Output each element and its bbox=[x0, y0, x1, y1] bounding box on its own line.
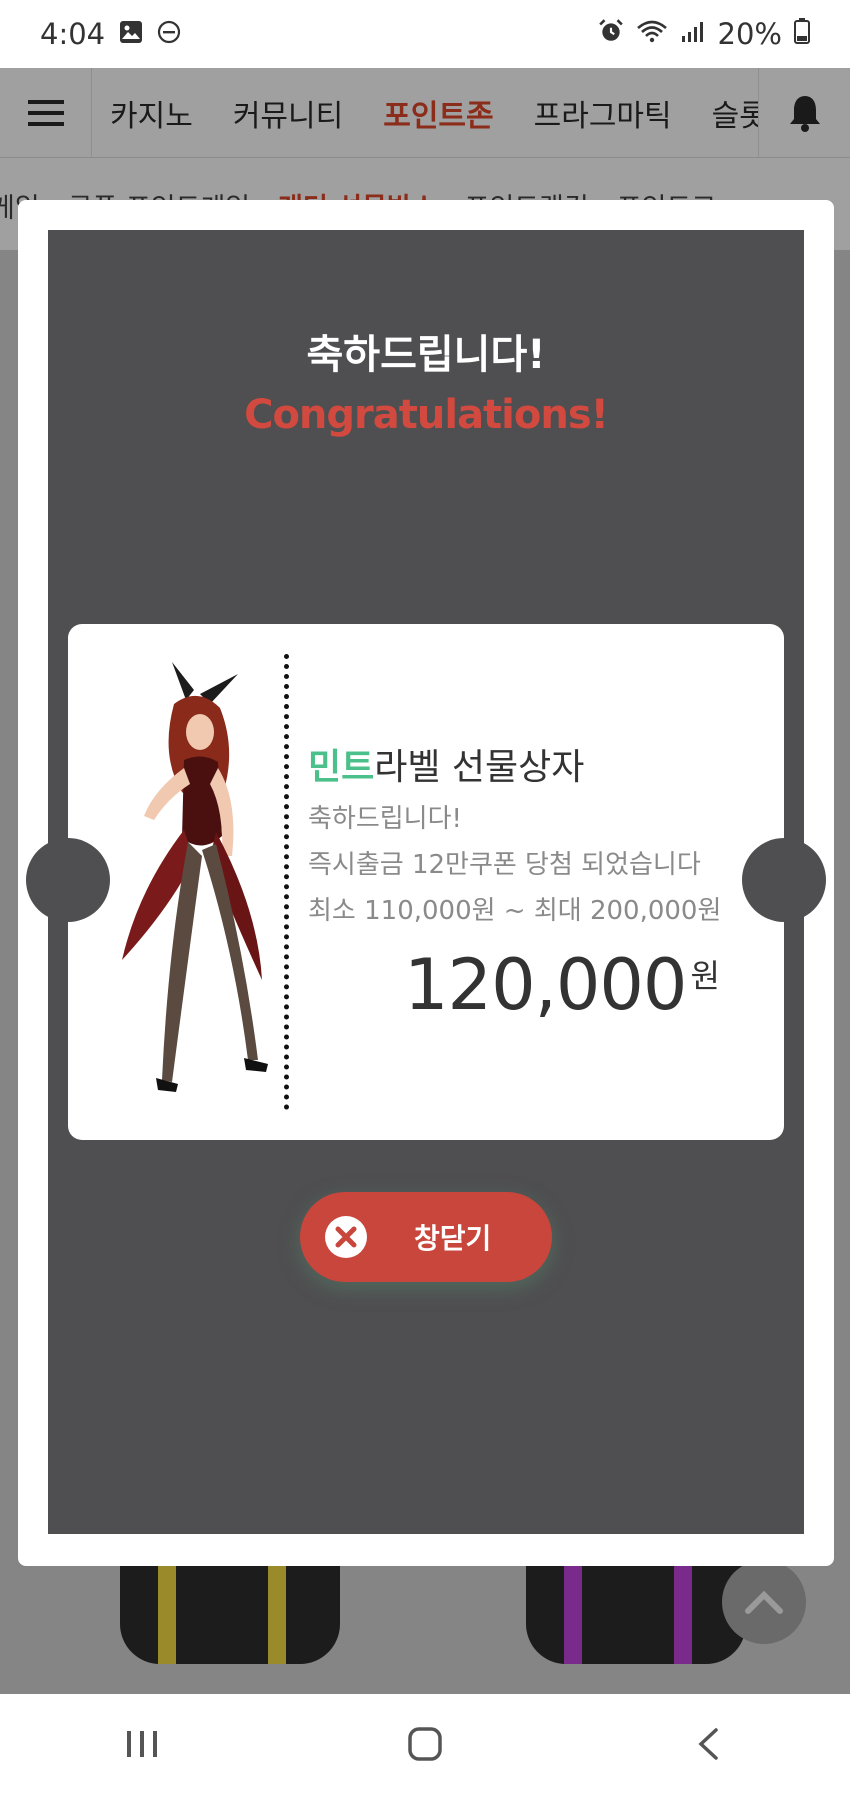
chevron-up-icon bbox=[745, 1590, 783, 1614]
close-icon bbox=[325, 1216, 367, 1258]
ticket-message-1: 축하드립니다! bbox=[308, 804, 462, 834]
nav-tab-community[interactable]: 커뮤니티 bbox=[233, 91, 343, 135]
ticket-range: 최소 110,000원 ~ 최대 200,000원 bbox=[308, 896, 722, 926]
nav-tab-casino[interactable]: 카지노 bbox=[110, 91, 193, 135]
ticket-message-2: 즉시출금 12만쿠폰 당첨 되었습니다 bbox=[308, 850, 701, 880]
nav-tab-slot[interactable]: 슬롯 bbox=[712, 91, 758, 135]
ticket-notch-right bbox=[742, 838, 826, 922]
back-icon[interactable] bbox=[668, 1714, 748, 1774]
status-bar: 4:04 20% bbox=[0, 0, 850, 68]
close-button-label: 창닫기 bbox=[414, 1222, 492, 1255]
prize-amount-unit: 원 bbox=[690, 957, 719, 995]
ticket-title-rest: 라벨 선물상자 bbox=[374, 747, 585, 788]
ticket-title: 민트라벨 선물상자 bbox=[308, 738, 584, 790]
bell-icon[interactable] bbox=[758, 67, 850, 158]
ticket-perforation bbox=[284, 654, 289, 1110]
status-time: 4:04 bbox=[40, 17, 106, 51]
ticket-title-highlight: 민트 bbox=[308, 747, 375, 788]
nav-tab-point-zone[interactable]: 포인트존 bbox=[383, 91, 493, 135]
character-illustration bbox=[122, 662, 268, 1092]
prize-ticket: 민트라벨 선물상자 축하드립니다! 즉시출금 12만쿠폰 당첨 되었습니다 최소… bbox=[26, 624, 826, 1140]
modal-title: 축하드립니다! bbox=[306, 332, 546, 378]
image-icon bbox=[119, 17, 143, 51]
modal-subtitle: Congratulations! bbox=[244, 392, 609, 438]
prize-amount: 120,000 원 bbox=[404, 944, 720, 1026]
signal-icon bbox=[680, 17, 706, 51]
scroll-top-button[interactable] bbox=[722, 1560, 806, 1644]
nav-tab-pragmatic[interactable]: 프라그마틱 bbox=[534, 91, 672, 135]
do-not-disturb-icon bbox=[157, 17, 181, 51]
battery-percent: 20% bbox=[717, 17, 782, 51]
battery-icon bbox=[794, 17, 810, 51]
alarm-icon bbox=[598, 17, 624, 51]
home-icon[interactable] bbox=[385, 1714, 465, 1774]
prize-amount-value: 120,000 bbox=[404, 944, 687, 1026]
menu-icon[interactable] bbox=[0, 67, 92, 158]
recent-apps-icon[interactable] bbox=[102, 1714, 182, 1774]
wifi-icon bbox=[636, 17, 668, 51]
system-nav-bar bbox=[0, 1694, 850, 1794]
top-nav: 카지노 커뮤니티 포인트존 프라그마틱 슬롯 bbox=[0, 67, 850, 158]
nav-tabs: 카지노 커뮤니티 포인트존 프라그마틱 슬롯 bbox=[92, 68, 758, 158]
close-button[interactable]: 창닫기 bbox=[300, 1192, 552, 1282]
